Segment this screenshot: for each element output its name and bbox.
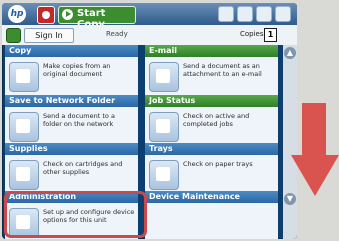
tile-description: Check on cartridges and other supplies: [43, 160, 123, 176]
top-right-icons: [215, 6, 291, 22]
tile-title: E-mail: [145, 45, 278, 57]
status-text: Ready: [106, 30, 128, 38]
info-icon[interactable]: [275, 6, 291, 22]
email-icon: [149, 62, 179, 92]
hp-logo: hp: [8, 5, 26, 23]
tile-title: Copy: [5, 45, 138, 57]
folder-icon: [9, 112, 39, 142]
copy-icon: [9, 62, 39, 92]
tile-description: Check on paper trays: [183, 160, 253, 168]
tile-title: Save to Network Folder: [5, 95, 138, 107]
tile-description: Make copies from an original document: [43, 62, 111, 78]
tile-title: Job Status: [145, 95, 278, 107]
scroll-up-icon[interactable]: ▲: [284, 47, 296, 59]
tile-title: Supplies: [5, 143, 138, 155]
copies-field[interactable]: 1: [264, 28, 277, 42]
tile-description: Check on active and completed jobs: [183, 112, 250, 128]
tile-title: Trays: [145, 143, 278, 155]
tile-copy[interactable]: Copy Make copies from an original docume…: [5, 45, 138, 97]
start-icon: [62, 9, 73, 20]
settings-icon[interactable]: [256, 6, 272, 22]
copies-label: Copies: [240, 30, 264, 38]
tile-description: Send a document to a folder on the netwo…: [43, 112, 115, 128]
trays-icon: [149, 160, 179, 190]
supplies-icon: [9, 160, 39, 190]
tile-device-maintenance[interactable]: Device Maintenance: [145, 191, 278, 239]
tile-description: Send a document as an attachment to an e…: [183, 62, 262, 78]
start-copy-button[interactable]: Start Copy: [58, 6, 136, 30]
help-icon[interactable]: [237, 6, 253, 22]
top-bar: hp Start Copy: [2, 3, 297, 30]
tile-email[interactable]: E-mail Send a document as an attachment …: [145, 45, 278, 97]
highlight-box: [4, 191, 147, 238]
tile-title: Device Maintenance: [145, 191, 278, 203]
tile-trays[interactable]: Trays Check on paper trays: [145, 143, 278, 195]
job-status-icon: [149, 112, 179, 142]
refresh-icon[interactable]: [218, 6, 234, 22]
down-arrow-icon: [291, 103, 339, 196]
tile-save-to-network-folder[interactable]: Save to Network Folder Send a document t…: [5, 95, 138, 147]
sign-in-button[interactable]: Sign In: [24, 28, 74, 43]
stop-icon: [42, 11, 50, 19]
sign-in-bar: Sign In Ready Copies 1: [2, 25, 297, 45]
stop-button[interactable]: [37, 6, 55, 24]
tile-supplies[interactable]: Supplies Check on cartridges and other s…: [5, 143, 138, 195]
tile-job-status[interactable]: Job Status Check on active and completed…: [145, 95, 278, 147]
home-icon[interactable]: [6, 28, 21, 43]
